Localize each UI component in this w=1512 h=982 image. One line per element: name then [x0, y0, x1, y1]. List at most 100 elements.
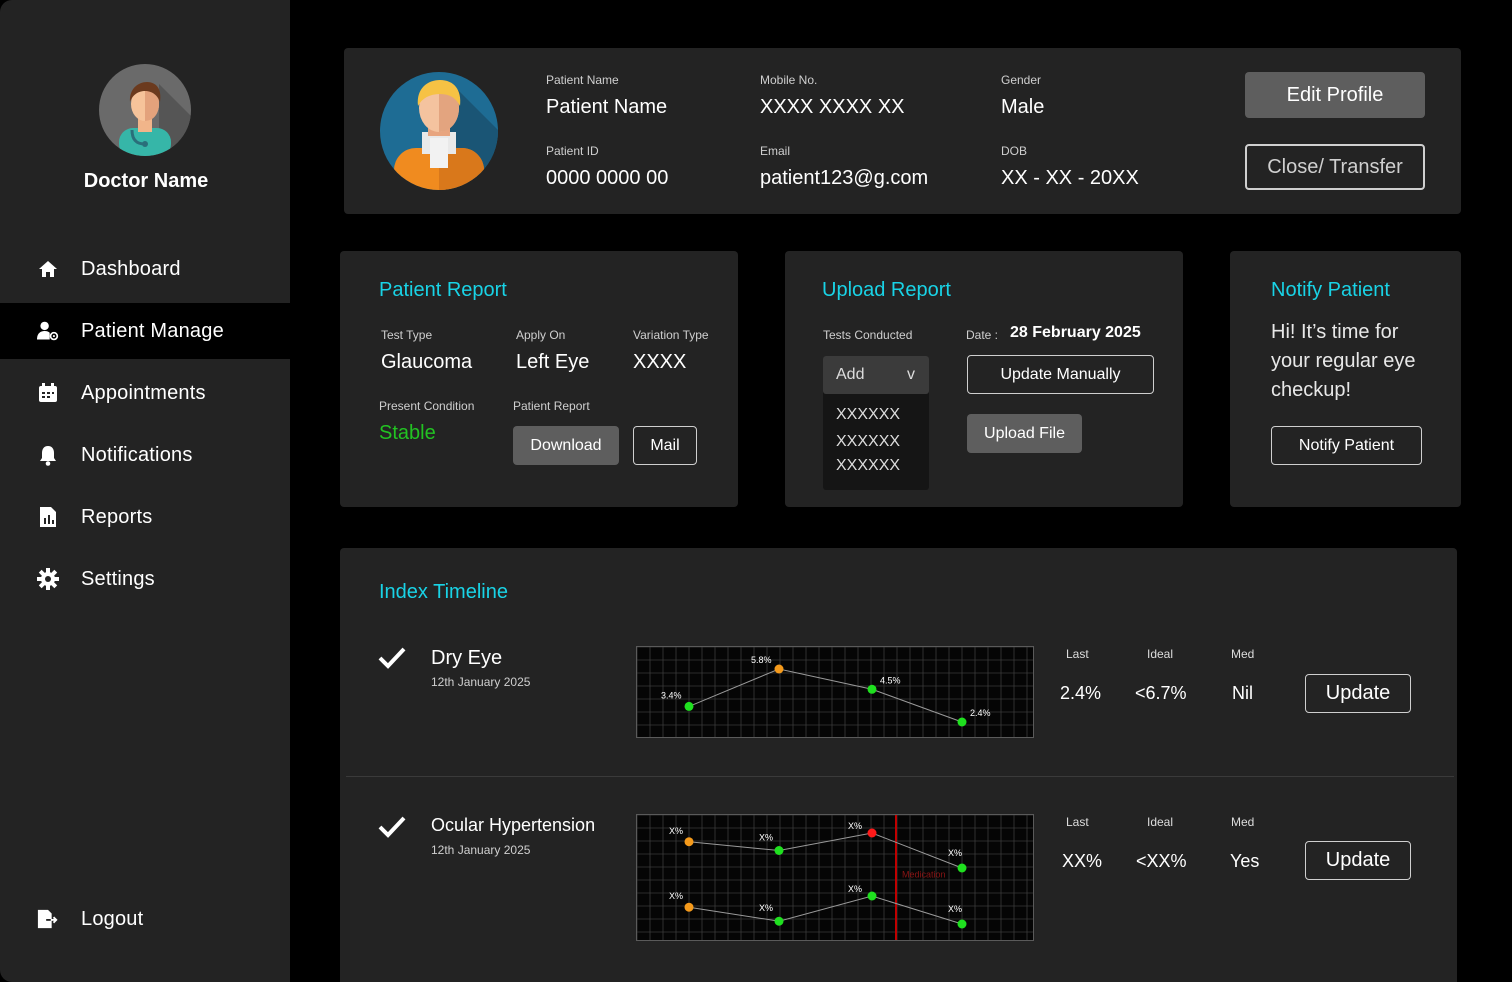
gender-label: Gender — [1001, 73, 1042, 87]
data-point — [684, 701, 694, 711]
sidebar-item-settings[interactable]: Settings — [0, 551, 290, 607]
ocular-hypertension-chart: Medication X% X% X% X% X% X% X% X% — [636, 814, 1034, 941]
test-type-value: Glaucoma — [381, 351, 473, 373]
update-button[interactable]: Update — [1305, 841, 1411, 880]
logout-icon — [37, 908, 59, 930]
ideal-label: Ideal — [1147, 815, 1174, 829]
data-point — [957, 863, 967, 873]
index-timeline-title: Index Timeline — [379, 581, 508, 603]
data-label: X% — [848, 884, 862, 894]
med-value: Yes — [1230, 851, 1260, 871]
data-label: X% — [848, 821, 862, 831]
check-icon — [378, 815, 406, 844]
home-icon — [37, 258, 59, 280]
data-point — [774, 664, 784, 674]
last-label: Last — [1066, 815, 1089, 829]
email-label: Email — [760, 144, 791, 158]
data-label: X% — [669, 826, 683, 836]
present-condition-label: Present Condition — [379, 399, 475, 413]
data-point — [957, 919, 967, 929]
sidebar-item-dashboard[interactable]: Dashboard — [0, 241, 290, 297]
patient-name-value: Patient Name — [546, 96, 668, 118]
data-point — [867, 891, 877, 901]
data-label: X% — [759, 833, 773, 843]
data-label: 3.4% — [661, 690, 682, 700]
series-line — [688, 832, 963, 869]
date-label: Date : — [966, 328, 999, 342]
data-point — [684, 837, 694, 847]
report-icon — [37, 506, 59, 528]
data-point — [774, 846, 784, 855]
upload-report-title: Upload Report — [822, 279, 951, 301]
dropdown-option[interactable]: XXXXXX — [836, 457, 900, 475]
download-button[interactable]: Download — [513, 426, 619, 465]
sidebar-item-label: Appointments — [81, 381, 206, 404]
sidebar-item-label: Patient Manage — [81, 319, 224, 342]
doctor-avatar — [99, 64, 191, 156]
email-value: patient123@g.com — [760, 167, 929, 189]
edit-profile-button[interactable]: Edit Profile — [1245, 72, 1425, 118]
ideal-value: <XX% — [1136, 851, 1187, 871]
sidebar-item-notifications[interactable]: Notifications — [0, 427, 290, 483]
data-point — [867, 684, 877, 694]
test-type-label: Test Type — [381, 328, 433, 342]
patient-manage-icon — [37, 320, 59, 342]
medication-marker-label: Medication — [902, 870, 946, 880]
sidebar: Doctor Name Dashboard Patient Manage App… — [0, 0, 290, 982]
tests-dropdown-toggle[interactable]: Add v — [823, 356, 929, 394]
tests-conducted-label: Tests Conducted — [823, 328, 913, 342]
upload-date-value: 28 February 2025 — [1010, 324, 1141, 341]
timeline-entry-name: Ocular Hypertension — [431, 815, 596, 835]
patient-report-label: Patient Report — [513, 399, 590, 413]
data-point — [957, 717, 967, 727]
data-label: X% — [759, 903, 773, 913]
data-point — [867, 828, 877, 838]
doctor-name: Doctor Name — [83, 170, 209, 192]
variation-type-label: Variation Type — [633, 328, 709, 342]
data-point — [774, 916, 784, 926]
data-label: X% — [948, 904, 962, 914]
timeline-entry-name: Dry Eye — [431, 647, 503, 669]
timeline-entry-date: 12th January 2025 — [431, 675, 531, 689]
logout-label: Logout — [81, 907, 144, 930]
logout-button[interactable]: Logout — [0, 891, 290, 947]
upload-file-button[interactable]: Upload File — [967, 414, 1082, 453]
data-label: X% — [948, 848, 962, 858]
dropdown-option[interactable]: XXXXXX — [836, 433, 900, 451]
sidebar-item-label: Notifications — [81, 443, 193, 466]
close-transfer-button[interactable]: Close/ Transfer — [1245, 144, 1425, 190]
dropdown-option[interactable]: XXXXXX — [836, 406, 900, 424]
sidebar-item-appointments[interactable]: Appointments — [0, 365, 290, 421]
update-button[interactable]: Update — [1305, 674, 1411, 713]
patient-id-label: Patient ID — [546, 144, 599, 158]
ideal-label: Ideal — [1147, 647, 1174, 661]
last-value: XX% — [1062, 851, 1103, 871]
timeline-entry-date: 12th January 2025 — [431, 843, 531, 857]
tests-dropdown-value: Add — [836, 366, 865, 383]
update-manually-button[interactable]: Update Manually — [967, 355, 1154, 394]
dob-value: XX - XX - 20XX — [1001, 167, 1139, 189]
data-label: 4.5% — [880, 675, 901, 685]
sidebar-item-label: Settings — [81, 567, 155, 590]
data-label: X% — [669, 891, 683, 901]
sidebar-item-reports[interactable]: Reports — [0, 489, 290, 545]
notify-patient-button[interactable]: Notify Patient — [1271, 426, 1422, 465]
sidebar-item-patient-manage[interactable]: Patient Manage — [0, 303, 290, 359]
gear-icon — [37, 568, 59, 590]
present-condition-value: Stable — [379, 422, 436, 444]
patient-report-title: Patient Report — [379, 279, 507, 301]
notify-message: Hi! It’s time for your regular eye check… — [1271, 321, 1416, 401]
calendar-icon — [37, 382, 59, 404]
bell-icon — [37, 444, 59, 466]
med-value: Nil — [1232, 683, 1253, 703]
patient-id-value: 0000 0000 00 — [546, 167, 669, 189]
variation-type-value: XXXX — [633, 351, 687, 373]
series-line — [688, 895, 963, 925]
data-point — [684, 902, 694, 912]
mobile-value: XXXX XXXX XX — [760, 96, 905, 118]
sidebar-item-label: Reports — [81, 505, 153, 528]
mobile-label: Mobile No. — [760, 73, 818, 87]
notify-patient-title: Notify Patient — [1271, 279, 1390, 301]
mail-button[interactable]: Mail — [633, 426, 697, 465]
series-line — [688, 668, 963, 723]
